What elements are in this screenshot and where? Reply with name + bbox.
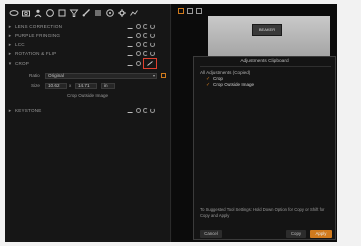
chevron-right-icon: ▸: [8, 24, 12, 30]
reset-icon[interactable]: [143, 33, 148, 38]
tool-row-actions: [127, 33, 155, 38]
settings-icon[interactable]: [105, 8, 115, 18]
power-icon[interactable]: [150, 42, 155, 47]
viewer-area: BEAKER Adjustments Clipboard All Adjustm…: [172, 4, 337, 242]
edit-icon[interactable]: [127, 24, 136, 29]
width-value: 10.62: [48, 83, 60, 88]
unit-dropdown[interactable]: in: [101, 83, 115, 89]
chart-icon[interactable]: [129, 8, 139, 18]
single-view-icon[interactable]: [187, 8, 193, 14]
app-window: ▸ LENS CORRECTION ▸ PURPLE FRINGING ▸ LC…: [5, 4, 337, 242]
tool-row-label: ROTATION & FLIP: [15, 51, 57, 56]
tool-row-label: KEYSTONE: [15, 108, 42, 113]
gear-icon[interactable]: [117, 8, 127, 18]
viewer-toolbar: [178, 8, 202, 14]
person-icon[interactable]: [33, 8, 43, 18]
copy-adjustments-icon[interactable]: [147, 61, 153, 66]
chevron-right-icon: ▸: [8, 108, 12, 114]
toggle-icon[interactable]: [136, 108, 141, 113]
list-icon[interactable]: [93, 8, 103, 18]
dialog-title: Adjustments Clipboard: [240, 59, 289, 64]
chevron-down-icon: ▾: [8, 61, 12, 67]
power-icon[interactable]: [150, 33, 155, 38]
chevron-right-icon: ▸: [8, 33, 12, 39]
tool-row-keystone[interactable]: ▸ KEYSTONE: [5, 107, 171, 115]
reset-icon[interactable]: [143, 24, 148, 29]
unit-value: in: [104, 83, 108, 88]
tool-row-actions: [127, 42, 155, 47]
power-icon[interactable]: [150, 108, 155, 113]
tool-row-rotation-flip[interactable]: ▸ ROTATION & FLIP: [5, 50, 171, 58]
tool-row-label: LCC: [15, 42, 25, 47]
height-value: 14.71: [78, 83, 90, 88]
ratio-label: Ratio: [29, 73, 40, 78]
camera-icon[interactable]: [21, 8, 31, 18]
edit-icon[interactable]: [127, 108, 136, 113]
toggle-icon[interactable]: [136, 61, 141, 66]
tool-row-label: CROP: [15, 61, 30, 66]
compare-view-icon[interactable]: [196, 8, 202, 14]
chevron-right-icon: ▸: [8, 42, 12, 48]
tool-row-label: PURPLE FRINGING: [15, 33, 61, 38]
layers-icon[interactable]: [9, 8, 19, 18]
tool-row-actions: [127, 51, 155, 56]
power-icon[interactable]: [150, 24, 155, 29]
adjustments-clipboard-dialog: Adjustments Clipboard All Adjustments (C…: [193, 56, 336, 240]
tool-row-lens-correction[interactable]: ▸ LENS CORRECTION: [5, 23, 171, 31]
image-label: BEAKER: [258, 27, 276, 32]
reset-icon[interactable]: [143, 51, 148, 56]
ratio-dropdown[interactable]: Original: [45, 73, 157, 79]
circle-icon[interactable]: [45, 8, 55, 18]
toggle-icon[interactable]: [136, 42, 141, 47]
edit-icon[interactable]: [127, 51, 136, 56]
option-crop-outside-image[interactable]: ✓ Crop Outside Image: [206, 82, 254, 88]
edit-icon[interactable]: [127, 42, 136, 47]
cancel-button[interactable]: Cancel: [200, 230, 222, 238]
dialog-hint-text: To Suggested Tool Settings: Hold Down Op…: [200, 207, 325, 218]
brush-icon[interactable]: [81, 8, 91, 18]
edit-icon[interactable]: [127, 33, 136, 38]
height-input[interactable]: 14.71: [75, 83, 97, 89]
tool-row-actions: [127, 61, 141, 66]
divider: [200, 66, 331, 67]
checkmark-icon: ✓: [206, 82, 211, 88]
size-separator: x: [69, 83, 72, 88]
width-input[interactable]: 10.62: [45, 83, 67, 89]
grid-view-icon[interactable]: [178, 8, 184, 14]
tools-panel: ▸ LENS CORRECTION ▸ PURPLE FRINGING ▸ LC…: [5, 4, 171, 242]
toggle-icon[interactable]: [136, 24, 141, 29]
filter-icon[interactable]: [69, 8, 79, 18]
reset-icon[interactable]: [143, 42, 148, 47]
power-icon[interactable]: [150, 51, 155, 56]
copy-button[interactable]: Copy: [286, 230, 306, 238]
chevron-down-icon: [153, 75, 155, 77]
crop-frame-icon[interactable]: [57, 8, 67, 18]
tool-tabs-toolbar: [5, 4, 171, 21]
reset-icon[interactable]: [143, 108, 148, 113]
chevron-right-icon: ▸: [8, 51, 12, 57]
color-picker-icon[interactable]: [161, 73, 166, 78]
option-label: Crop Outside Image: [213, 82, 255, 87]
tool-row-actions: [127, 24, 155, 29]
edit-icon[interactable]: [127, 61, 136, 66]
crop-outside-image-checkbox[interactable]: Crop Outside Image: [67, 93, 108, 99]
size-label: Size: [31, 83, 40, 88]
tool-row-actions: [127, 108, 155, 113]
ratio-value: Original: [48, 73, 64, 78]
apply-button[interactable]: Apply: [310, 230, 332, 238]
tool-row-lcc[interactable]: ▸ LCC: [5, 41, 171, 49]
toggle-icon[interactable]: [136, 33, 141, 38]
image-subject: BEAKER: [252, 24, 282, 36]
crop-tool-body: Ratio Original Size 10.62 x 14.71 in Cro…: [5, 69, 171, 106]
toggle-icon[interactable]: [136, 51, 141, 56]
tool-row-label: LENS CORRECTION: [15, 24, 63, 29]
tool-row-purple-fringing[interactable]: ▸ PURPLE FRINGING: [5, 32, 171, 40]
